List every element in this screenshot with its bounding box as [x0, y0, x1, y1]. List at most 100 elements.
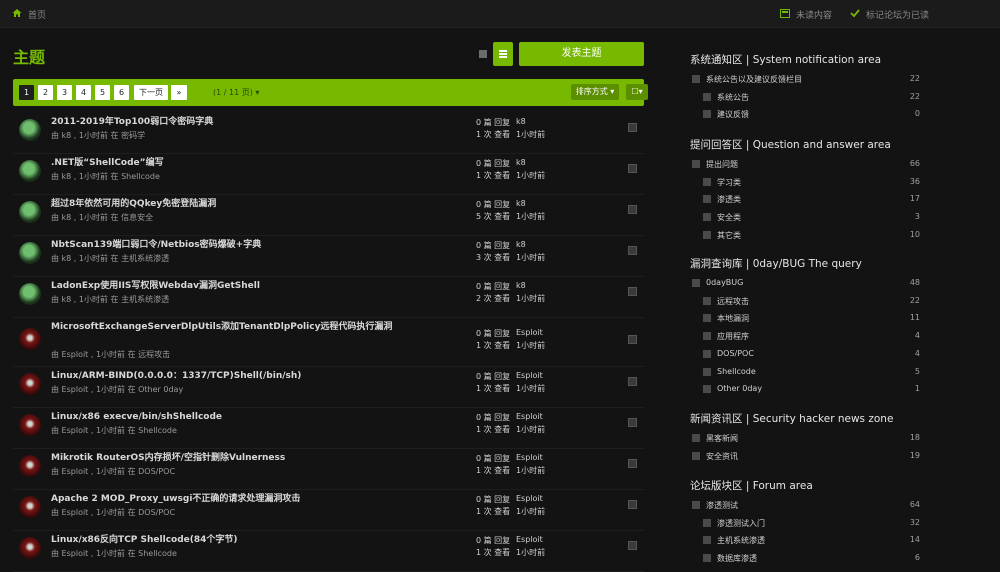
forum-name[interactable]: 黑客新闻	[706, 433, 738, 444]
forum-name[interactable]: 系统公告以及建议反馈栏目	[706, 74, 802, 85]
sidebar-section-title[interactable]: 漏洞查询库 | 0day/BUG The query	[690, 256, 862, 271]
home-icon[interactable]	[12, 8, 22, 18]
topic-title-link[interactable]: 超过8年依然可用的QQkey免密登陆漏洞	[51, 198, 451, 210]
topic-select-checkbox[interactable]	[628, 246, 637, 255]
forum-name[interactable]: 其它类	[717, 230, 741, 241]
unread-posts-link[interactable]: 未读内容	[796, 8, 832, 21]
topic-title-link[interactable]: LadonExp使用IIS写权限Webdav漏洞GetShell	[51, 280, 451, 292]
topic-title-link[interactable]: .NET版“ShellCode”编写	[51, 157, 451, 169]
k8-avatar[interactable]	[19, 283, 41, 305]
last-poster-link[interactable]: k8	[516, 158, 526, 167]
esploit-avatar[interactable]	[19, 537, 41, 559]
sidebar-forum-item[interactable]: 主机系统渗透 14	[703, 535, 920, 547]
k8-avatar[interactable]	[19, 119, 41, 141]
forum-name[interactable]: 安全类	[717, 212, 741, 223]
sidebar-forum-item[interactable]: 0dayBUG 48	[692, 278, 920, 290]
page-4-button[interactable]: 4	[76, 85, 91, 100]
esploit-avatar[interactable]	[19, 455, 41, 477]
sidebar-forum-item[interactable]: 系统公告 22	[703, 92, 920, 104]
sidebar-forum-item[interactable]: 渗透测试入门 32	[703, 518, 920, 530]
topic-select-checkbox[interactable]	[628, 459, 637, 468]
esploit-avatar[interactable]	[19, 414, 41, 436]
new-topic-button[interactable]: 发表主题	[519, 42, 644, 66]
k8-avatar[interactable]	[19, 160, 41, 182]
compact-view-button[interactable]	[493, 42, 513, 66]
topic-title-link[interactable]: 2011-2019年Top100弱口令密码字典	[51, 116, 451, 128]
k8-avatar[interactable]	[19, 201, 41, 223]
topic-select-checkbox[interactable]	[628, 377, 637, 386]
sidebar-forum-item[interactable]: 提出问题 66	[692, 159, 920, 171]
topic-title-link[interactable]: Apache 2 MOD_Proxy_uwsgi不正确的请求处理漏洞攻击	[51, 493, 451, 505]
sidebar-section-title[interactable]: 论坛版块区 | Forum area	[690, 478, 813, 493]
sidebar-forum-item[interactable]: 渗透测试 64	[692, 500, 920, 512]
topic-select-checkbox[interactable]	[628, 335, 637, 344]
sidebar-forum-item[interactable]: 学习类 36	[703, 177, 920, 189]
last-poster-link[interactable]: Esploit	[516, 412, 543, 421]
forum-name[interactable]: 0dayBUG	[706, 278, 743, 287]
forum-name[interactable]: 远程攻击	[717, 296, 749, 307]
forum-name[interactable]: 主机系统渗透	[717, 535, 765, 546]
forum-name[interactable]: 学习类	[717, 177, 741, 188]
sidebar-forum-item[interactable]: 远程攻击 22	[703, 296, 920, 308]
sidebar-forum-item[interactable]: 数据库渗透 6	[703, 553, 920, 565]
forum-name[interactable]: 数据库渗透	[717, 553, 757, 564]
forum-name[interactable]: 应用程序	[717, 331, 749, 342]
page-5-button[interactable]: 5	[95, 85, 110, 100]
sidebar-forum-item[interactable]: 安全资讯 19	[692, 451, 920, 463]
topic-title-link[interactable]: NbtScan139端口弱口令/Netbios密码爆破+字典	[51, 239, 451, 251]
esploit-avatar[interactable]	[19, 328, 41, 350]
sidebar-forum-item[interactable]: 建议反馈 0	[703, 109, 920, 121]
topic-title-link[interactable]: Linux/ARM-BIND(0.0.0.0：1337/TCP)Shell(/b…	[51, 370, 451, 382]
last-poster-link[interactable]: Esploit	[516, 453, 543, 462]
sidebar-forum-item[interactable]: 其它类 10	[703, 230, 920, 242]
forum-name[interactable]: Shellcode	[717, 367, 756, 376]
topic-select-checkbox[interactable]	[628, 500, 637, 509]
sidebar-section-title[interactable]: 系统通知区 | System notification area	[690, 52, 881, 67]
breadcrumb-home[interactable]: 首页	[28, 8, 46, 21]
page-2-button[interactable]: 2	[38, 85, 53, 100]
sidebar-forum-item[interactable]: DOS/POC 4	[703, 349, 920, 361]
sidebar-forum-item[interactable]: Other 0day 1	[703, 384, 920, 396]
topic-title-link[interactable]: MicrosoftExchangeServerDlpUtils添加TenantD…	[51, 321, 451, 333]
topic-title-link[interactable]: Mikrotik RouterOS内存损坏/空指针删除Vulnerness	[51, 452, 451, 464]
forum-name[interactable]: DOS/POC	[717, 349, 754, 358]
topic-select-checkbox[interactable]	[628, 123, 637, 132]
last-poster-link[interactable]: Esploit	[516, 494, 543, 503]
forum-name[interactable]: 提出问题	[706, 159, 738, 170]
last-poster-link[interactable]: Esploit	[516, 371, 543, 380]
last-page-button[interactable]: »	[171, 85, 187, 100]
k8-avatar[interactable]	[19, 242, 41, 264]
topic-title-link[interactable]: Linux/x86 execve/bin/shShellcode	[51, 411, 451, 423]
sort-button[interactable]: 排序方式 ▾	[571, 84, 619, 100]
topic-select-checkbox[interactable]	[628, 164, 637, 173]
last-poster-link[interactable]: k8	[516, 240, 526, 249]
forum-name[interactable]: 建议反馈	[717, 109, 749, 120]
forum-name[interactable]: 安全资讯	[706, 451, 738, 462]
page-info[interactable]: (1 / 11 页) ▾	[213, 87, 259, 98]
topic-title-link[interactable]: Linux/x86反向TCP Shellcode(84个字节)	[51, 534, 451, 546]
page-1-button[interactable]: 1	[19, 85, 34, 100]
forum-name[interactable]: 渗透测试	[706, 500, 738, 511]
last-poster-link[interactable]: k8	[516, 281, 526, 290]
esploit-avatar[interactable]	[19, 373, 41, 395]
last-poster-link[interactable]: k8	[516, 117, 526, 126]
list-view-button[interactable]	[476, 47, 490, 61]
forum-name[interactable]: 渗透类	[717, 194, 741, 205]
sidebar-forum-item[interactable]: 系统公告以及建议反馈栏目 22	[692, 74, 920, 86]
sidebar-forum-item[interactable]: 安全类 3	[703, 212, 920, 224]
last-poster-link[interactable]: Esploit	[516, 328, 543, 337]
sidebar-section-title[interactable]: 新闻资讯区 | Security hacker news zone	[690, 411, 893, 426]
sidebar-forum-item[interactable]: 本地漏洞 11	[703, 313, 920, 325]
forum-name[interactable]: 系统公告	[717, 92, 749, 103]
topic-select-checkbox[interactable]	[628, 541, 637, 550]
select-all-button[interactable]: ☐▾	[626, 84, 648, 100]
forum-name[interactable]: Other 0day	[717, 384, 762, 393]
forum-name[interactable]: 本地漏洞	[717, 313, 749, 324]
esploit-avatar[interactable]	[19, 496, 41, 518]
forum-name[interactable]: 渗透测试入门	[717, 518, 765, 529]
topic-select-checkbox[interactable]	[628, 418, 637, 427]
page-6-button[interactable]: 6	[114, 85, 129, 100]
sidebar-section-title[interactable]: 提问回答区 | Question and answer area	[690, 137, 891, 152]
sidebar-forum-item[interactable]: 黑客新闻 18	[692, 433, 920, 445]
page-3-button[interactable]: 3	[57, 85, 72, 100]
